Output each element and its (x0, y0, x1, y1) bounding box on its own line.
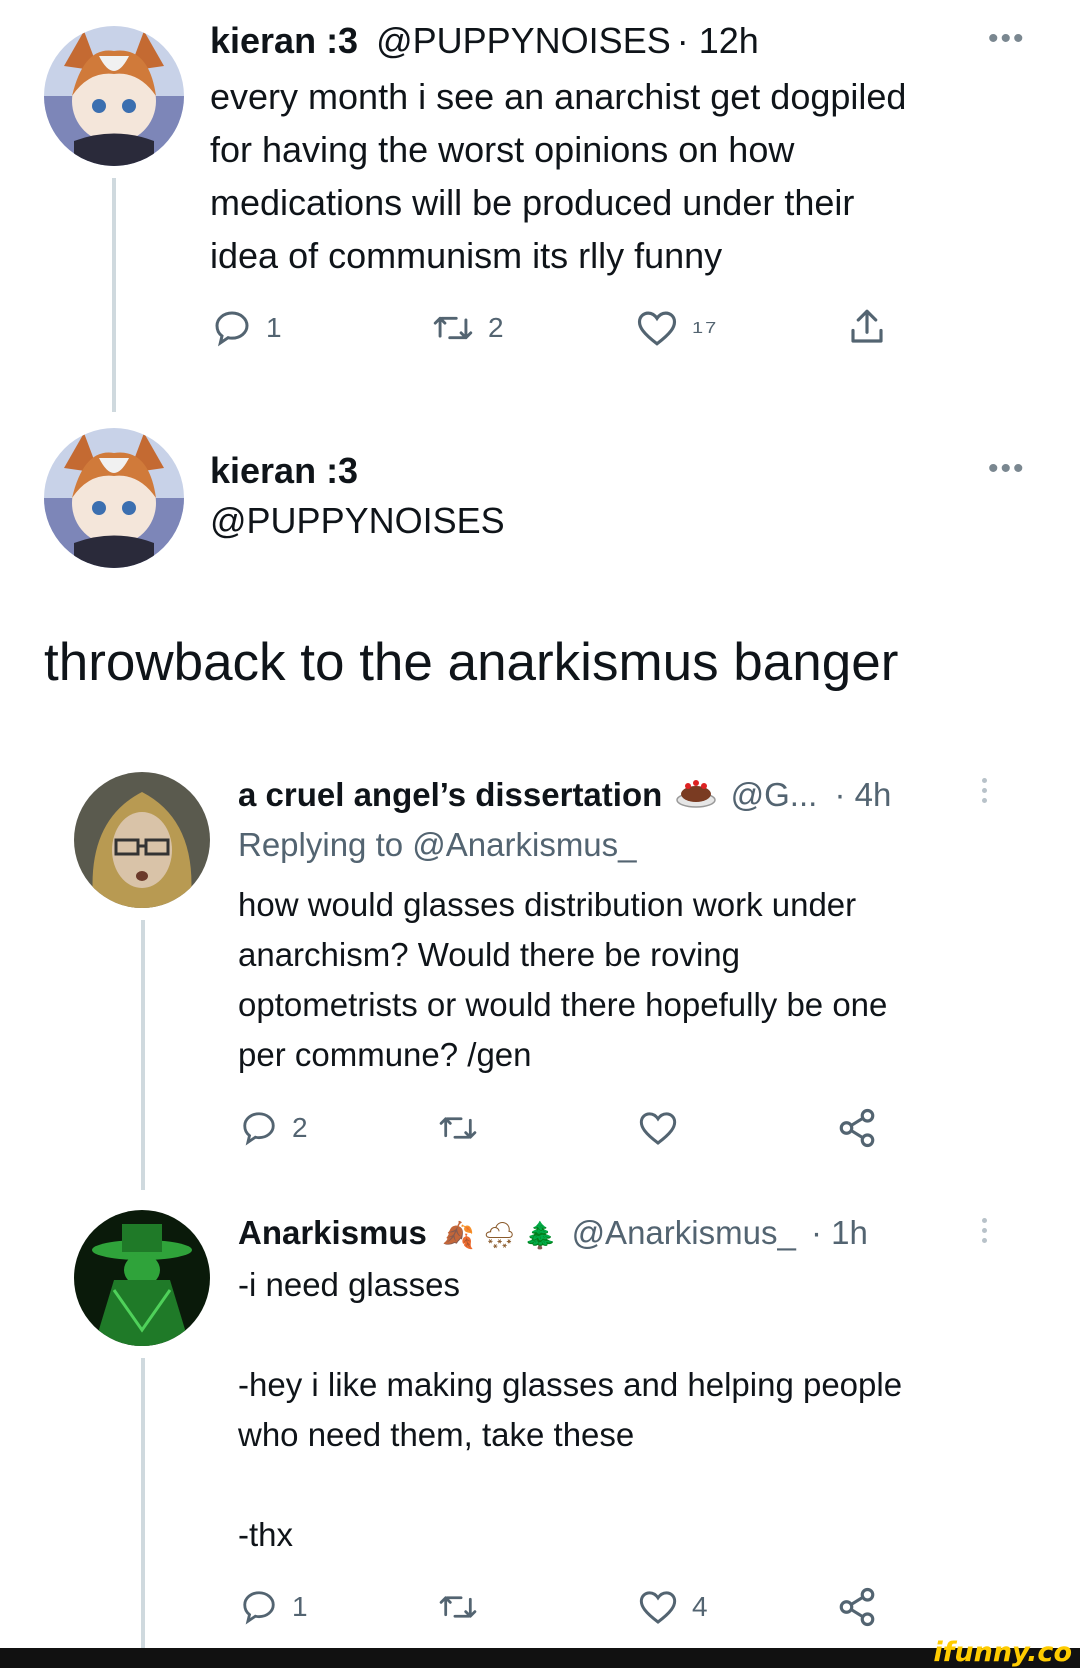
cake-icon (676, 780, 717, 808)
reply2-name[interactable]: Anarkismus (238, 1214, 427, 1251)
avatar-anarkismus[interactable] (74, 1210, 210, 1346)
tweet1-header: kieran :3 @PUPPYNOISES · 12h (210, 20, 759, 62)
reply1-handle[interactable]: @G... (731, 776, 818, 813)
reply2-retweet-button[interactable] (438, 1588, 478, 1626)
reply1-text-line: how would glasses distribution work unde… (238, 886, 857, 923)
reply-count: 1 (266, 312, 282, 343)
reply1-text: how would glasses distribution work unde… (238, 880, 1038, 1080)
tweet2-name[interactable]: kieran :3 (210, 450, 358, 492)
watermark-bar (0, 1648, 1080, 1668)
tweet1-like-button[interactable]: 17 (636, 308, 718, 348)
reply-count: 1 (292, 1591, 308, 1622)
reply2-handle[interactable]: @Anarkismus_ (572, 1214, 796, 1251)
reply-icon (243, 1591, 275, 1625)
reply2-emojis: 🍂 🌨 🌲 (442, 1221, 557, 1251)
reply2-share-button[interactable] (836, 1586, 878, 1628)
tweet1-text-line: idea of communism its rlly funny (210, 235, 723, 276)
more-icon[interactable]: ••• (988, 24, 1026, 54)
share-icon (851, 309, 883, 343)
reply2-line3: -thx (238, 1516, 294, 1553)
reply-icon (243, 1112, 275, 1146)
reply2-line1: -i need glasses (238, 1266, 460, 1303)
retweet-icon (439, 1117, 477, 1139)
like-icon (637, 311, 677, 346)
tweet1-text-line: every month i see an anarchist get dogpi… (210, 76, 907, 117)
like-count: 4 (692, 1591, 708, 1622)
reply1-text-line: anarchism? Would there be roving (238, 936, 740, 973)
avatar-kieran-2[interactable] (44, 428, 184, 568)
nodes-share-icon (839, 1587, 875, 1627)
reply2-line2b: who need them, take these (238, 1416, 635, 1453)
reply1-time[interactable]: · 4h (834, 776, 891, 813)
retweet-icon (433, 316, 473, 340)
tweet1-text-line: medications will be produced under their (210, 182, 855, 223)
reply-icon (215, 311, 249, 347)
retweet-count: 2 (488, 312, 504, 343)
more-icon[interactable]: ••• (988, 454, 1026, 484)
tweet1-reply-button[interactable]: 1 (212, 308, 282, 348)
reply2-text: -i need glasses -hey i like making glass… (238, 1260, 1038, 1560)
reply2-time[interactable]: · 1h (811, 1214, 868, 1251)
replying-prefix: Replying to (238, 826, 404, 863)
tweet1-handle[interactable]: @PUPPYNOISES (376, 20, 671, 61)
thread-line (141, 920, 145, 1190)
reply1-text-line: optometrists or would there hopefully be… (238, 986, 888, 1023)
tweet1-share-button[interactable] (846, 306, 888, 348)
reply1-name[interactable]: a cruel angel’s dissertation (238, 776, 662, 813)
more-icon[interactable] (982, 778, 988, 808)
reply1-share-button[interactable] (836, 1107, 878, 1149)
tweet1-time[interactable]: · 12h (677, 20, 759, 61)
nodes-share-icon (839, 1108, 875, 1148)
avatar-cruel-angel[interactable] (74, 772, 210, 908)
retweet-icon (439, 1596, 477, 1618)
avatar-kieran[interactable] (44, 26, 184, 166)
more-icon[interactable] (982, 1218, 988, 1248)
like-icon (639, 1591, 677, 1624)
tweet1-text-line: for having the worst opinions on how (210, 129, 795, 170)
tweet1-text: every month i see an anarchist get dogpi… (210, 70, 1030, 282)
thread-line (141, 1358, 145, 1648)
tweet2-handle[interactable]: @PUPPYNOISES (210, 500, 505, 542)
reply-count: 2 (292, 1112, 308, 1143)
like-count: 17 (692, 318, 719, 337)
reply1-reply-button[interactable]: 2 (240, 1109, 308, 1147)
replying-to-link[interactable]: @Anarkismus_ (412, 826, 636, 863)
tweet2-text: throwback to the anarkismus banger (44, 633, 899, 692)
like-icon (639, 1112, 677, 1145)
watermark-logo: ifunny.co (933, 1637, 1072, 1668)
reply1-like-button[interactable] (638, 1109, 678, 1147)
tweet1-name[interactable]: kieran :3 (210, 20, 358, 61)
tweet1-retweet-button[interactable]: 2 (432, 308, 504, 348)
reply1-header: a cruel angel’s dissertation @G... · 4h (238, 774, 891, 814)
reply1-replying-to: Replying to @Anarkismus_ (238, 826, 637, 864)
reply2-like-button[interactable]: 4 (638, 1588, 708, 1626)
reply1-retweet-button[interactable] (438, 1109, 478, 1147)
thread-line (112, 178, 116, 412)
reply2-line2a: -hey i like making glasses and helping p… (238, 1366, 903, 1403)
reply2-header: Anarkismus 🍂 🌨 🌲 @Anarkismus_ · 1h (238, 1214, 868, 1252)
reply2-reply-button[interactable]: 1 (240, 1588, 308, 1626)
reply1-text-line: per commune? /gen (238, 1036, 532, 1073)
